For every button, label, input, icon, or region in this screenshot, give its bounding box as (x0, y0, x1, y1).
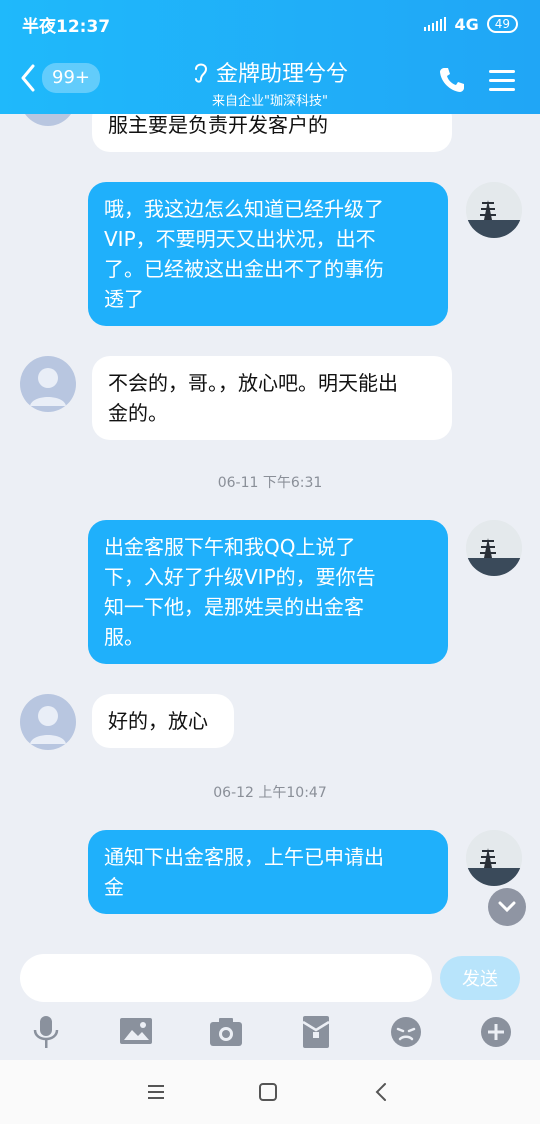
status-bar: 半夜12:37 4G 49 (0, 0, 540, 48)
battery-icon: 49 (486, 15, 518, 33)
home-icon[interactable] (256, 1080, 280, 1104)
input-toolbar (0, 1014, 540, 1054)
avatar-pagoda-image (466, 520, 522, 576)
message-text: 不会的，哥。，放心吧。明天能出 (108, 371, 398, 395)
phone-icon[interactable] (436, 64, 468, 96)
chevron-left-icon (21, 64, 35, 92)
status-icons: 4G 49 (424, 15, 518, 34)
my-avatar[interactable] (466, 520, 522, 576)
mic-icon[interactable] (26, 1014, 66, 1050)
contact-avatar[interactable] (20, 114, 76, 126)
ear-icon (194, 63, 207, 83)
message-text: 下，入好了升级VIP的，要你告 (104, 565, 376, 589)
my-avatar[interactable] (466, 830, 522, 886)
avatar-pagoda-image (466, 182, 522, 238)
menu-icon[interactable] (486, 64, 518, 96)
status-time: 半夜12:37 (22, 16, 111, 37)
message-incoming[interactable]: 好的，放心 (92, 694, 234, 748)
chat-title-area[interactable]: 金牌助理兮兮 来自企业"珈深科技" (120, 56, 420, 109)
default-avatar-icon (30, 706, 66, 744)
unread-count-badge: 99+ (42, 63, 100, 93)
chat-subtitle: 来自企业"珈深科技" (212, 94, 328, 109)
message-text: 哦，我这边怎么知道已经升级了 (104, 197, 384, 221)
message-text: 知一下他，是那姓吴的出金客 (104, 595, 364, 619)
chat-header: 半夜12:37 4G 49 99+ 金牌助理兮兮 来自企业"珈深科技" (0, 0, 540, 114)
back-icon[interactable] (370, 1080, 394, 1104)
timestamp: 06-12 上午10:47 (213, 785, 327, 801)
camera-icon[interactable] (206, 1014, 246, 1050)
avatar-pagoda-image (466, 830, 522, 886)
message-text: 金 (104, 875, 124, 899)
message-text: 通知下出金客服，上午已申请出 (104, 845, 384, 869)
message-text: 服。 (104, 625, 144, 649)
message-input[interactable] (20, 954, 432, 1002)
recent-apps-icon[interactable] (144, 1080, 168, 1104)
signal-icon (424, 17, 447, 31)
scroll-to-bottom-button[interactable] (488, 888, 526, 926)
send-button[interactable]: 发送 (440, 956, 520, 1000)
input-bar: 发送 (0, 944, 540, 1060)
message-text: 了。已经被这出金出不了的事伤 (104, 257, 384, 281)
message-text: VIP，不要明天又出状况，出不 (104, 227, 376, 251)
message-text: 透了 (104, 287, 144, 311)
message-outgoing[interactable]: 出金客服下午和我QQ上说了 下，入好了升级VIP的，要你告 知一下他，是那姓吴的… (88, 520, 448, 664)
timestamp: 06-11 下午6:31 (217, 475, 323, 491)
message-incoming[interactable]: 不会的，哥。，放心吧。明天能出 金的。 (92, 356, 452, 440)
battery-level: 49 (494, 17, 510, 31)
message-text: 出金客服下午和我QQ上说了 (104, 535, 356, 559)
emoji-icon[interactable] (386, 1014, 426, 1050)
message-text: 服主要是负责开发客户的 (108, 114, 328, 137)
message-text: 金的。 (108, 401, 168, 425)
contact-avatar[interactable] (20, 356, 76, 412)
network-type: 4G (454, 14, 479, 34)
my-avatar[interactable] (466, 182, 522, 238)
system-navigation-bar (0, 1060, 540, 1124)
chat-messages[interactable]: 服主要是负责开发客户的 哦，我这边怎么知道已经升级了 VIP，不要明天又出状况，… (0, 114, 540, 944)
plus-icon[interactable] (476, 1014, 516, 1050)
message-text: 好的，放心 (108, 709, 208, 733)
image-icon[interactable] (116, 1014, 156, 1050)
contact-avatar[interactable] (20, 694, 76, 750)
chevron-down-icon (498, 901, 516, 913)
message-outgoing[interactable]: 哦，我这边怎么知道已经升级了 VIP，不要明天又出状况，出不 了。已经被这出金出… (88, 182, 448, 326)
chat-title: 金牌助理兮兮 (215, 62, 348, 87)
message-outgoing[interactable]: 通知下出金客服，上午已申请出 金 (88, 830, 448, 914)
message-incoming[interactable]: 服主要是负责开发客户的 (92, 114, 452, 152)
red-packet-icon[interactable] (296, 1014, 336, 1050)
back-button[interactable]: 99+ (20, 58, 100, 98)
default-avatar-icon (30, 368, 66, 406)
